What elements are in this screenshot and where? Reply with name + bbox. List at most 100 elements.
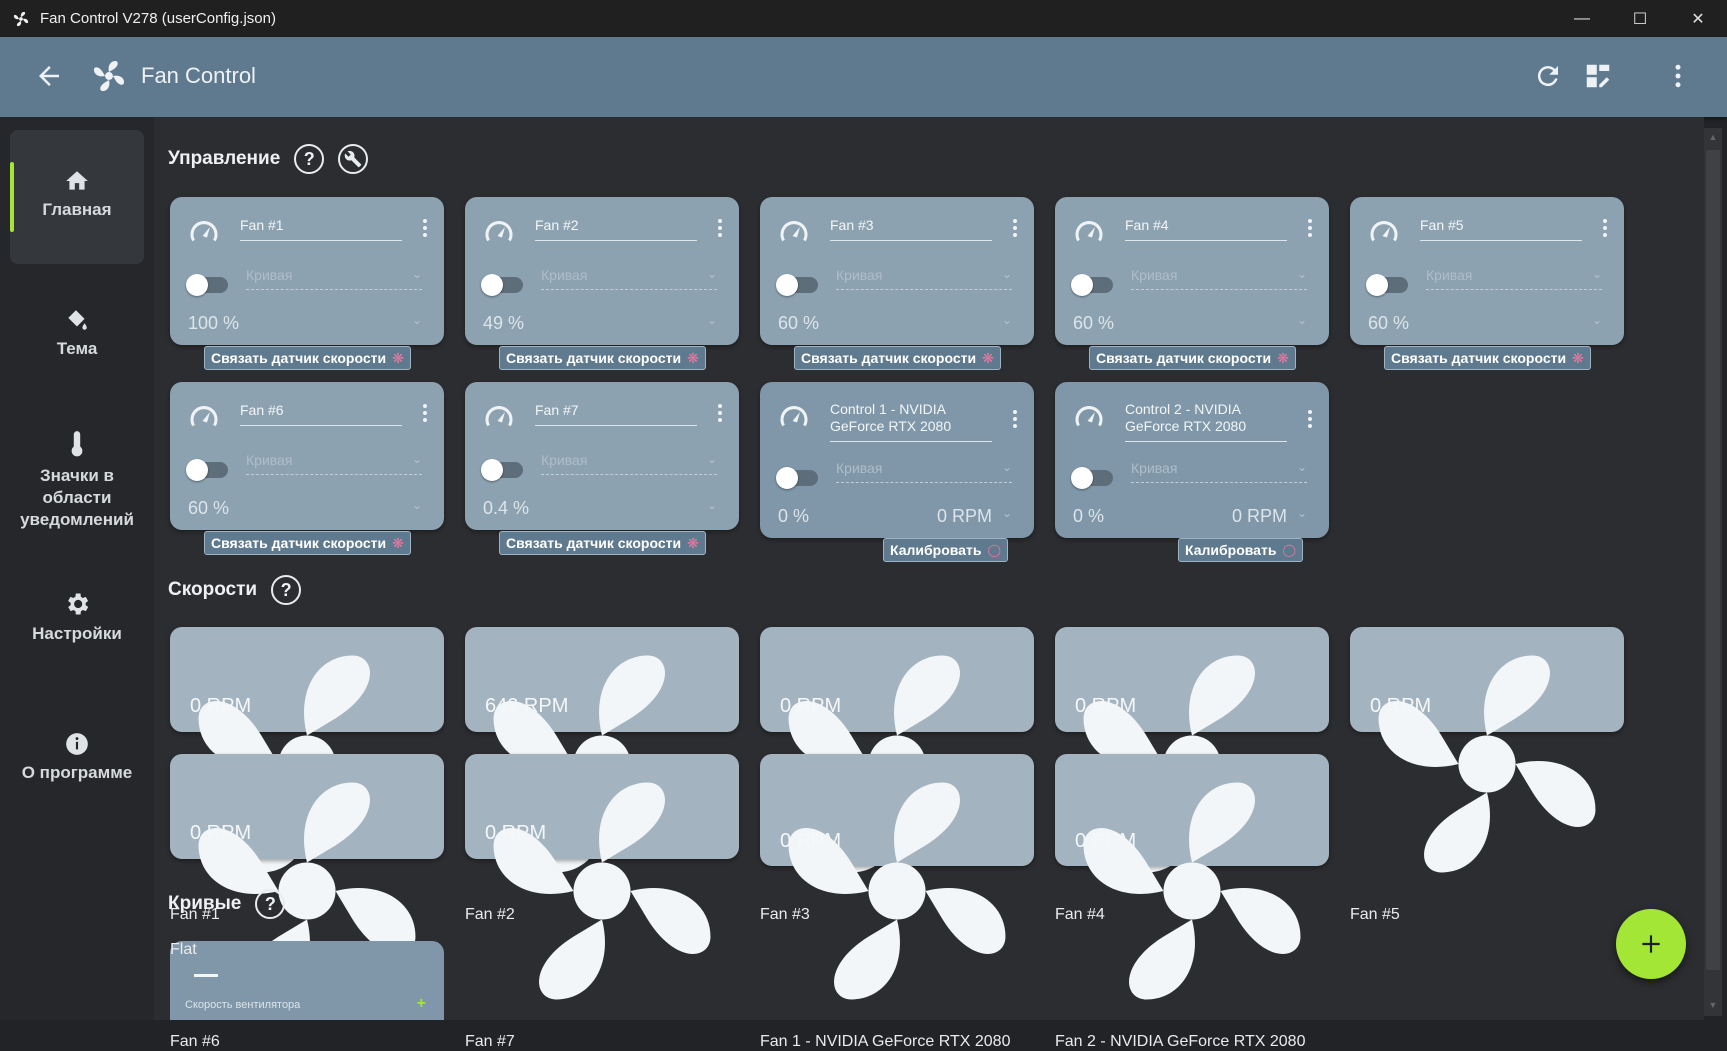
control-name[interactable]: Fan #7: [535, 402, 697, 426]
help-icon[interactable]: ?: [271, 575, 302, 605]
curve-name[interactable]: Flat: [170, 941, 444, 959]
chevron-down-icon: ⌄: [411, 452, 422, 466]
more-vert-icon[interactable]: [1307, 410, 1313, 432]
back-arrow-icon[interactable]: [34, 61, 64, 91]
fan-pink-icon: ❋: [687, 534, 699, 551]
more-vert-icon[interactable]: [1307, 219, 1313, 241]
fan-pink-icon: ❋: [392, 349, 404, 366]
more-vert-icon[interactable]: [1012, 410, 1018, 432]
flat-curve-icon: [194, 974, 218, 977]
refresh-icon[interactable]: [1533, 61, 1563, 91]
curve-select[interactable]: Кривая ⌄: [541, 267, 717, 290]
help-icon[interactable]: ?: [255, 889, 286, 919]
curve-subtitle: Скорость вентилятора: [185, 999, 301, 1011]
section-title: Управление: [168, 148, 281, 169]
add-button[interactable]: [1616, 909, 1686, 979]
manual-toggle[interactable]: [186, 274, 228, 296]
manual-toggle[interactable]: [1071, 467, 1113, 489]
curve-select[interactable]: Кривая ⌄: [246, 267, 422, 290]
control-name[interactable]: Fan #1: [240, 217, 402, 241]
link-speed-sensor-button[interactable]: Связать датчик скорости ❋: [499, 346, 706, 370]
app-title: Fan Control: [141, 63, 256, 88]
more-vert-icon[interactable]: [422, 219, 428, 241]
more-vert-icon[interactable]: [422, 404, 428, 426]
more-vert-icon[interactable]: [717, 404, 723, 426]
speedometer-icon: [190, 406, 218, 427]
curve-select[interactable]: Кривая ⌄: [1426, 267, 1602, 290]
manual-toggle[interactable]: [481, 459, 523, 481]
calibrate-button[interactable]: Калибровать ◯: [1178, 538, 1303, 562]
scrollbar-thumb[interactable]: [1706, 150, 1720, 970]
scrollbar[interactable]: ▲ ▼: [1704, 128, 1722, 1016]
speed-name[interactable]: Fan #6: [170, 1033, 444, 1051]
more-vert-icon[interactable]: [1663, 61, 1693, 91]
close-window-button[interactable]: ✕: [1669, 0, 1727, 37]
control-name[interactable]: Fan #4: [1125, 217, 1287, 241]
speedometer-icon: [190, 221, 218, 242]
control-name[interactable]: Fan #2: [535, 217, 697, 241]
more-vert-icon[interactable]: [1012, 219, 1018, 241]
fan-pink-icon: ❋: [1277, 349, 1289, 366]
control-name[interactable]: Control 2 - NVIDIA GeForce RTX 2080: [1125, 401, 1287, 442]
dashboard-edit-icon[interactable]: [1583, 61, 1613, 91]
maximize-button[interactable]: ☐: [1611, 0, 1669, 37]
sidebar-item-tray-icons[interactable]: Значки в области уведомлений: [10, 429, 144, 531]
sidebar-item-about[interactable]: О программе: [10, 731, 144, 783]
control-name[interactable]: Control 1 - NVIDIA GeForce RTX 2080: [830, 401, 992, 442]
curve-select[interactable]: Кривая ⌄: [836, 460, 1012, 483]
control-value: 100 % ⌄: [188, 313, 422, 333]
curve-select[interactable]: Кривая ⌄: [836, 267, 1012, 290]
speedometer-icon: [780, 221, 808, 242]
link-speed-sensor-button[interactable]: Связать датчик скорости ❋: [794, 346, 1001, 370]
control-name[interactable]: Fan #3: [830, 217, 992, 241]
sidebar-item-home[interactable]: Главная: [10, 130, 144, 264]
rpm-value: 0 RPM: [190, 695, 252, 717]
sidebar-item-settings[interactable]: Настройки: [10, 590, 144, 644]
link-speed-sensor-button[interactable]: Связать датчик скорости ❋: [499, 531, 706, 555]
link-speed-sensor-button[interactable]: Связать датчик скорости ❋: [204, 531, 411, 555]
speed-name[interactable]: Fan #5: [1350, 906, 1624, 924]
calibrate-button[interactable]: Калибровать ◯: [883, 538, 1008, 562]
chevron-down-icon: ⌄: [1296, 267, 1307, 281]
sidebar-item-theme[interactable]: Тема: [10, 307, 144, 359]
chevron-down-icon: ⌄: [706, 452, 717, 466]
speedometer-icon: [780, 406, 808, 427]
chevron-down-icon: ⌄: [1001, 267, 1012, 281]
speed-name[interactable]: Fan 1 - NVIDIA GeForce RTX 2080: [760, 1033, 1034, 1051]
speedometer-icon: [1075, 406, 1103, 427]
speedometer-icon: [1370, 221, 1398, 242]
manual-toggle[interactable]: [186, 459, 228, 481]
control-card: Fan #7 Кривая ⌄ 0.4 % ⌄: [465, 382, 739, 530]
control-value: 60 % ⌄: [1368, 313, 1602, 333]
speedometer-icon: [1075, 221, 1103, 242]
scroll-up-icon[interactable]: ▲: [1708, 132, 1718, 142]
control-name[interactable]: Fan #5: [1420, 217, 1582, 241]
manual-toggle[interactable]: [1366, 274, 1408, 296]
control-name[interactable]: Fan #6: [240, 402, 402, 426]
manual-toggle[interactable]: [776, 467, 818, 489]
control-card: Fan #2 Кривая ⌄ 49 % ⌄: [465, 197, 739, 345]
manual-toggle[interactable]: [1071, 274, 1113, 296]
more-vert-icon[interactable]: [1602, 219, 1608, 241]
speed-name[interactable]: Fan #7: [465, 1033, 739, 1051]
link-speed-sensor-button[interactable]: Связать датчик скорости ❋: [1089, 346, 1296, 370]
speed-name[interactable]: Fan 2 - NVIDIA GeForce RTX 2080: [1055, 1033, 1329, 1051]
help-icon[interactable]: ?: [294, 144, 325, 174]
curve-select[interactable]: Кривая ⌄: [246, 452, 422, 475]
section-title: Скорости: [168, 579, 258, 600]
fan-icon: [1378, 655, 1596, 873]
scroll-down-icon[interactable]: ▼: [1708, 1000, 1718, 1010]
curve-select[interactable]: Кривая ⌄: [1131, 267, 1307, 290]
manual-toggle[interactable]: [481, 274, 523, 296]
more-vert-icon[interactable]: [717, 219, 723, 241]
curve-select[interactable]: Кривая ⌄: [541, 452, 717, 475]
speedometer-icon: [485, 221, 513, 242]
wrench-icon[interactable]: [338, 144, 369, 174]
link-speed-sensor-button[interactable]: Связать датчик скорости ❋: [204, 346, 411, 370]
minimize-button[interactable]: —: [1553, 0, 1611, 37]
manual-toggle[interactable]: [776, 274, 818, 296]
chevron-down-icon: ⌄: [1296, 460, 1307, 474]
add-icon[interactable]: +: [417, 995, 426, 1013]
curve-select[interactable]: Кривая ⌄: [1131, 460, 1307, 483]
link-speed-sensor-button[interactable]: Связать датчик скорости ❋: [1384, 346, 1591, 370]
